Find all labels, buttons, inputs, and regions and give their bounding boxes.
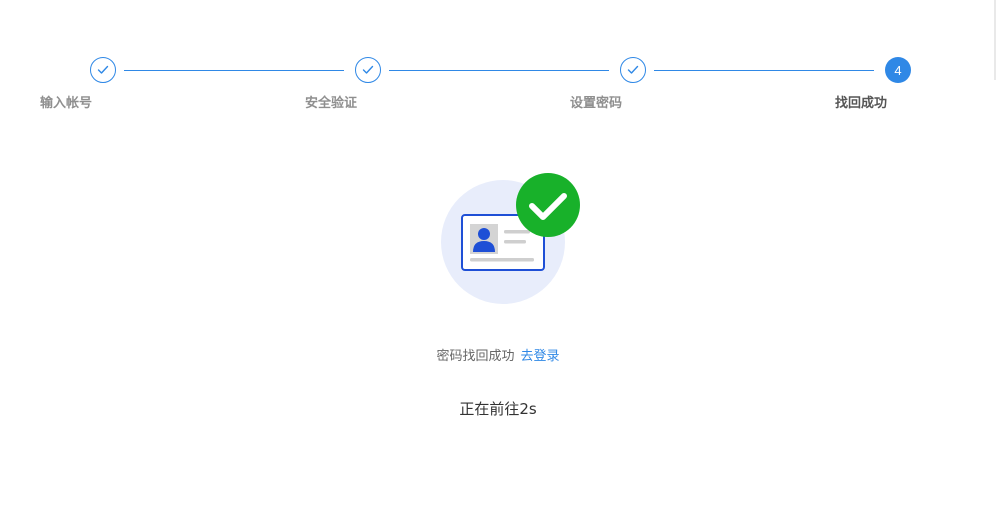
- step-connector: [654, 70, 874, 71]
- card-line: [504, 230, 530, 234]
- card-line: [470, 258, 534, 262]
- step-label-security-verify: 安全验证: [305, 96, 358, 111]
- step-4-node: 4: [885, 57, 911, 83]
- success-message: 密码找回成功: [436, 349, 515, 364]
- check-icon: [627, 65, 639, 74]
- result-message-row: 密码找回成功 去登录: [0, 345, 996, 364]
- step-connector: [124, 70, 344, 71]
- progress-stepper: 4 输入帐号 安全验证 设置密码 找回成功: [0, 0, 996, 120]
- step-label-recovery-success: 找回成功: [835, 96, 888, 111]
- check-circle-icon: [516, 173, 580, 237]
- check-icon: [362, 65, 374, 74]
- password-recovery-success-page: 4 输入帐号 安全验证 设置密码 找回成功 密码找回成功 去登录 正在前往2s: [0, 0, 996, 521]
- step-label-set-password: 设置密码: [570, 96, 623, 111]
- step-connector: [389, 70, 609, 71]
- card-line: [504, 240, 526, 244]
- avatar-head: [478, 228, 490, 240]
- step-label-enter-account: 输入帐号: [40, 96, 93, 111]
- step-3-node: [620, 57, 646, 83]
- step-1-node: [90, 57, 116, 83]
- redirect-countdown: 正在前往2s: [459, 400, 537, 418]
- step-2-node: [355, 57, 381, 83]
- check-icon: [97, 65, 109, 74]
- go-login-link[interactable]: 去登录: [521, 349, 560, 364]
- id-card-success-icon: [441, 173, 580, 304]
- step-number: 4: [894, 62, 902, 78]
